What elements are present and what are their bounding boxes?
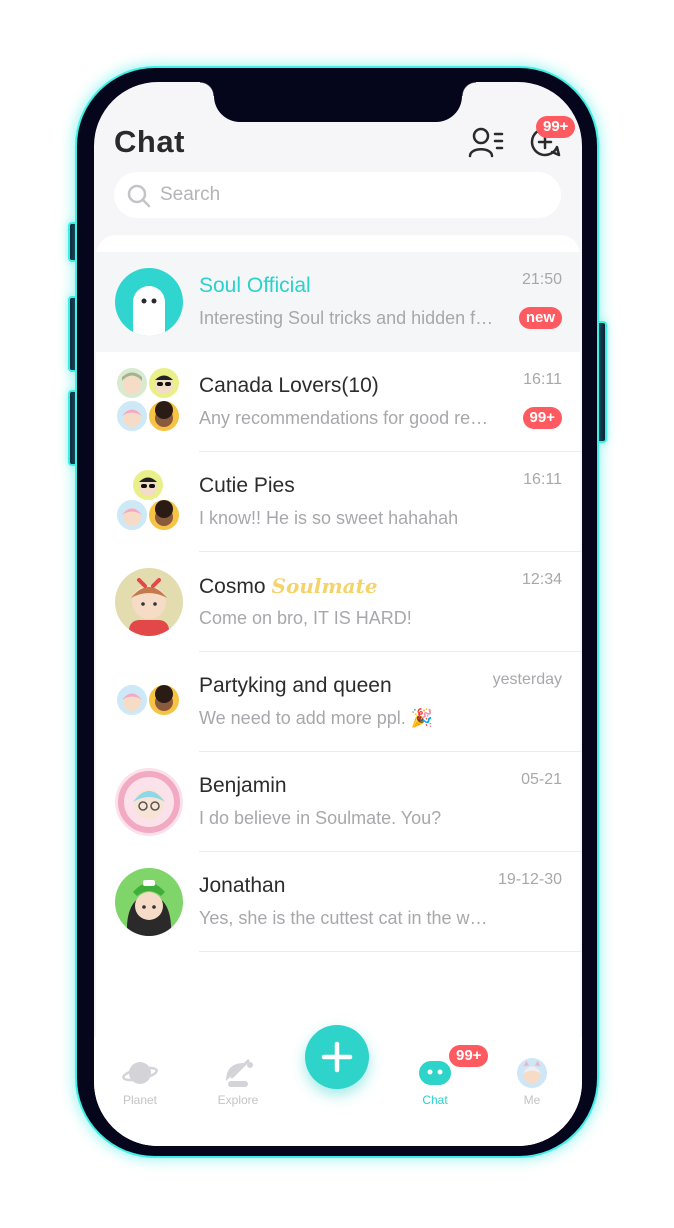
chat-list: Soul Official Interesting Soul tricks an… (96, 235, 582, 1146)
page-title: Chat (114, 124, 185, 159)
chat-row-partyking-and-queen[interactable]: Partyking and queen We need to add more … (96, 652, 582, 752)
member-avatar (115, 399, 149, 433)
chat-name-text: Cosmo (199, 575, 266, 598)
chat-time: 21:50 (521, 271, 562, 288)
member-avatar (147, 683, 181, 717)
chat-name: Cutie Pies (199, 474, 295, 497)
chat-row-cosmo[interactable]: Cosmo Soulmate Come on bro, IT IS HARD! 1… (96, 552, 582, 652)
chat-preview: Yes, she is the cuttest cat in the world… (199, 908, 494, 928)
chat-name: Partyking and queen (199, 674, 392, 697)
chat-row-soul-official[interactable]: Soul Official Interesting Soul tricks an… (96, 252, 582, 352)
notification-badge: 99+ (536, 116, 576, 138)
search-bar[interactable] (114, 172, 561, 218)
chat-name: Canada Lovers(10) (199, 374, 379, 397)
soulmate-tag: Soulmate (271, 574, 378, 598)
nav-label: Me (523, 1093, 541, 1107)
phone-notch (200, 82, 476, 122)
chat-preview: I know!! He is so sweet hahahah (199, 508, 459, 528)
avatar (516, 1057, 548, 1089)
user-avatar (115, 768, 183, 836)
member-avatar (115, 366, 149, 400)
phone-power-button (597, 321, 607, 443)
chat-time: 12:34 (521, 571, 562, 588)
chat-row-canada-lovers[interactable]: Canada Lovers(10) Any recommendations fo… (96, 352, 582, 452)
chat-unread-badge: 99+ (449, 1045, 489, 1067)
member-avatar (115, 498, 149, 532)
member-avatar (147, 498, 181, 532)
planet-icon (122, 1062, 158, 1084)
chat-time: yesterday (492, 671, 562, 688)
plus-icon (321, 1041, 353, 1073)
ghost-avatar (115, 268, 183, 336)
chat-time: 16:11 (523, 371, 562, 388)
new-badge: new (518, 307, 562, 329)
chat-preview: We need to add more ppl. 🎉 (199, 708, 434, 728)
chat-screen: Chat 99+ Soul Official (94, 82, 582, 1146)
chat-preview: Come on bro, IT IS HARD! (199, 608, 412, 628)
nav-item-explore[interactable]: Explore (198, 1057, 278, 1107)
chat-preview: I do believe in Soulmate. You? (199, 808, 442, 828)
chat-time: 16:11 (523, 471, 562, 488)
bottom-nav: Planet Explore Chat 99+ Me (94, 1025, 582, 1146)
nav-label: Planet (122, 1093, 158, 1107)
chat-name: Soul Official (199, 274, 311, 297)
member-avatar (131, 468, 165, 502)
nav-label: Explore (217, 1093, 259, 1107)
member-avatar (115, 683, 149, 717)
chat-preview: Any recommendations for good restaurants… (199, 408, 494, 428)
add-post-button[interactable] (305, 1025, 369, 1089)
member-avatar (147, 399, 181, 433)
chat-name: Jonathan (199, 874, 286, 897)
chat-name: Cosmo Soulmate (199, 574, 378, 599)
user-avatar (115, 868, 183, 936)
search-icon (127, 184, 151, 208)
chat-icon (419, 1061, 451, 1085)
divider (199, 951, 582, 952)
chat-row-cutie-pies[interactable]: Cutie Pies I know!! He is so sweet hahah… (96, 452, 582, 552)
chat-time: 19-12-30 (497, 871, 562, 888)
chat-row-jonathan[interactable]: Jonathan Yes, she is the cuttest cat in … (96, 852, 582, 952)
contacts-icon[interactable] (468, 126, 504, 158)
user-avatar (115, 568, 183, 636)
nav-item-me[interactable]: Me (492, 1057, 572, 1107)
explore-icon (226, 1059, 253, 1087)
nav-label: Chat (422, 1093, 448, 1107)
member-avatar (147, 366, 181, 400)
unread-badge: 99+ (522, 407, 562, 429)
chat-row-benjamin[interactable]: Benjamin I do believe in Soulmate. You? … (96, 752, 582, 852)
chat-preview: Interesting Soul tricks and hidden featu… (199, 308, 494, 328)
search-input[interactable] (160, 180, 540, 210)
chat-name: Benjamin (199, 774, 287, 797)
nav-item-planet[interactable]: Planet (100, 1057, 180, 1107)
chat-time: 05-21 (521, 771, 562, 788)
